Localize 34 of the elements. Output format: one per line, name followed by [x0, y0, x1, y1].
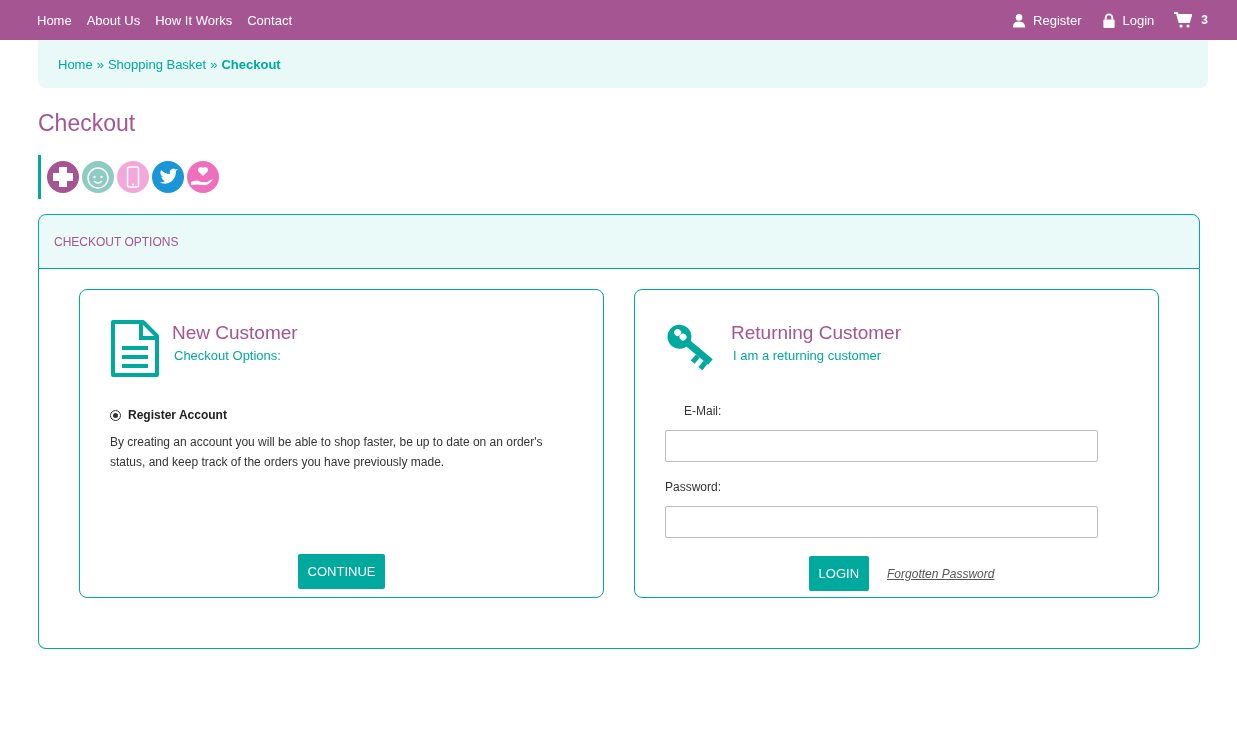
breadcrumb-link[interactable]: Home	[58, 57, 93, 72]
nav-link[interactable]: How It Works	[155, 12, 233, 28]
cart-link[interactable]: 3	[1174, 12, 1208, 28]
email-input-field[interactable]	[665, 430, 1098, 462]
card-subtitle: Checkout Options:	[174, 348, 282, 363]
breadcrumb-link[interactable]: Checkout	[221, 57, 281, 72]
nav-link[interactable]: Contact	[247, 12, 293, 28]
nav-link[interactable]: About Us	[86, 12, 141, 28]
card-title: New Customer	[172, 322, 298, 344]
card-title: Returning Customer	[731, 322, 902, 344]
card-subtitle: I am a returning customer	[733, 348, 883, 363]
continue-button[interactable]: CONTINUE	[297, 554, 386, 589]
password-input-field[interactable]	[665, 506, 1098, 538]
field-label: Password:	[665, 480, 723, 494]
phone-icon[interactable]	[117, 161, 149, 193]
document-icon	[110, 320, 160, 378]
breadcrumb-link[interactable]: Shopping Basket	[107, 57, 207, 72]
field-label: E-Mail:	[684, 404, 723, 418]
nav-link[interactable]: Home	[37, 12, 72, 28]
breadcrumb-separator: »	[96, 57, 104, 72]
bird-icon[interactable]	[152, 161, 184, 193]
description-text: By creating an account you will be able to shop faster, be up to date on an order's status, and keep track of the orders you have previously made.	[110, 434, 544, 471]
breadcrumb-separator: »	[210, 57, 218, 72]
forgotten-password-link[interactable]: Forgotten Password	[887, 566, 995, 581]
padlock-icon	[1101, 12, 1116, 28]
panel-heading: CHECKOUT OPTIONS	[54, 235, 179, 249]
register-link[interactable]: Register	[1012, 12, 1082, 28]
person-icon	[1012, 12, 1027, 28]
login-button[interactable]: LOGIN	[808, 556, 870, 591]
login-link[interactable]: Login	[1101, 12, 1155, 28]
cart-icon	[1174, 12, 1193, 28]
radio-label[interactable]: Register Account	[128, 408, 227, 422]
medical-cross-icon[interactable]	[47, 161, 79, 193]
page-title: Checkout	[38, 110, 137, 137]
